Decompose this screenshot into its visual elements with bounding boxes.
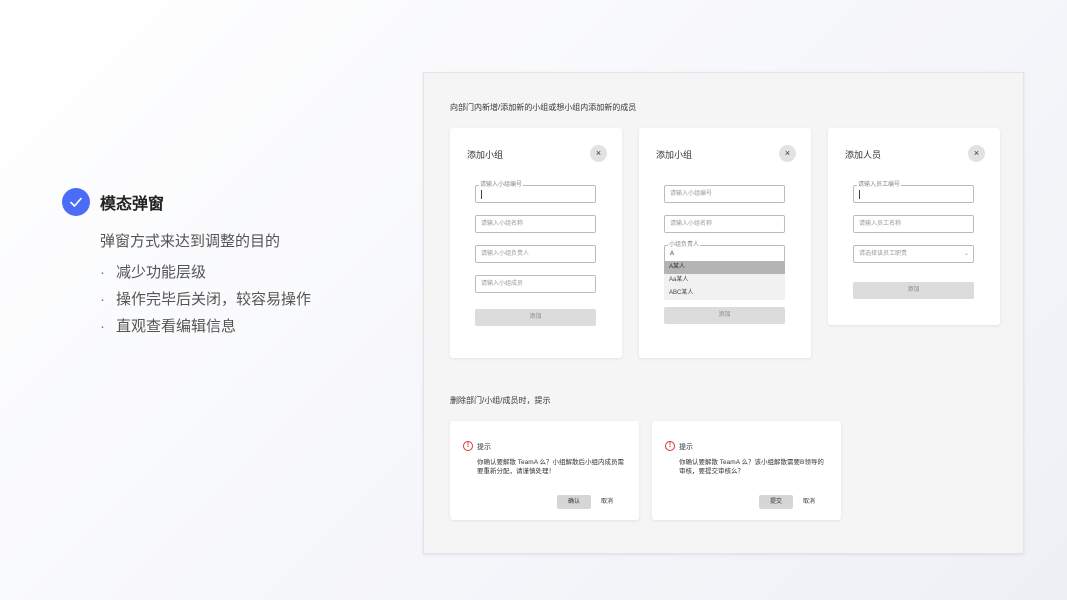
group-leader-input[interactable]: 请输入小组负责人 — [475, 245, 596, 263]
leader-dropdown: A某人 Aa某人 ABC某人 — [664, 261, 785, 300]
employee-role-select[interactable]: 请选择该员工职责 ⌄ — [853, 245, 974, 263]
add-button[interactable]: 添加 — [664, 307, 785, 324]
confirm-dialog: ! 提示 你确认要解散 TeamA 么？小组解散后小组内成员需要重新分配，请谨慎… — [450, 421, 639, 520]
submit-button[interactable]: 提交 — [759, 495, 793, 509]
dialog-title: 提示 — [679, 444, 693, 451]
feature-title: 模态弹窗 — [100, 196, 165, 213]
group-name-input[interactable]: 请输入小组名称 — [475, 215, 596, 233]
employee-number-input[interactable]: 请输入员工编号 — [853, 181, 974, 203]
bullet-item: · 操作完毕后关闭，较容易操作 — [100, 291, 312, 308]
cancel-button[interactable]: 取消 — [803, 495, 815, 509]
dialog-message: 你确认要解散 TeamA 么？该小组解散需要B领导的审核，要提交审核么？ — [679, 459, 824, 475]
add-member-dialog: 添加人员 × 请输入员工编号 请输入员工名称 请选择该员工职责 ⌄ 添加 — [828, 128, 1000, 325]
close-button[interactable]: × — [968, 145, 985, 162]
dropdown-option[interactable]: ABC某人 — [664, 287, 785, 300]
cancel-button[interactable]: 取消 — [601, 495, 613, 509]
bullet-item: · 直观查看编辑信息 — [100, 318, 237, 335]
section-title-delete: 删除部门/小组/成员时，提示 — [450, 396, 551, 405]
dialog-title: 添加小组 — [656, 150, 693, 160]
submit-review-dialog: ! 提示 你确认要解散 TeamA 么？该小组解散需要B领导的审核，要提交审核么… — [652, 421, 841, 520]
check-icon — [62, 188, 90, 216]
dropdown-option[interactable]: Aa某人 — [664, 274, 785, 287]
confirm-button[interactable]: 确认 — [557, 495, 591, 509]
feature-description: 弹窗方式来达到调整的目的 — [100, 233, 281, 250]
close-button[interactable]: × — [590, 145, 607, 162]
group-number-input[interactable]: 请输入小组编号 — [475, 181, 596, 203]
add-button[interactable]: 添加 — [853, 282, 974, 299]
dialog-title: 添加人员 — [845, 150, 882, 160]
warning-icon: ! — [665, 441, 675, 451]
feature-summary: 模态弹窗 弹窗方式来达到调整的目的 · 减少功能层级 · 操作完毕后关闭，较容易操作… — [62, 188, 311, 340]
group-members-input[interactable]: 请输入小组成员 — [475, 275, 596, 293]
dropdown-option[interactable]: A某人 — [664, 261, 785, 274]
heading-row: 模态弹窗 — [62, 188, 311, 216]
bullet-item: · 减少功能层级 — [100, 264, 207, 281]
feature-bullets: · 减少功能层级 · 操作完毕后关闭，较容易操作 · 直观查看编辑信息 — [100, 259, 311, 340]
add-group-dialog-dropdown: 添加小组 × 请输入小组编号 请输入小组名称 小组负责人 A A某人 Aa某人 … — [639, 128, 811, 358]
section-title-add: 向部门内新增/添加新的小组或想小组内添加新的成员 — [450, 103, 637, 112]
dialog-title: 添加小组 — [467, 150, 504, 160]
group-name-input[interactable]: 请输入小组名称 — [664, 215, 785, 233]
dialog-title: 提示 — [477, 444, 491, 451]
close-button[interactable]: × — [779, 145, 796, 162]
employee-name-input[interactable]: 请输入员工名称 — [853, 215, 974, 233]
mockup-panel: 向部门内新增/添加新的小组或想小组内添加新的成员 添加小组 × 请输入小组编号 … — [423, 72, 1024, 554]
warning-icon: ! — [463, 441, 473, 451]
group-number-input[interactable]: 请输入小组编号 — [664, 185, 785, 203]
add-button[interactable]: 添加 — [475, 309, 596, 326]
dialog-message: 你确认要解散 TeamA 么？小组解散后小组内成员需要重新分配，请谨慎处理！ — [477, 459, 624, 475]
chevron-down-icon: ⌄ — [963, 251, 969, 257]
add-group-dialog: 添加小组 × 请输入小组编号 请输入小组名称 请输入小组负责人 请输入小组成员 … — [450, 128, 622, 358]
